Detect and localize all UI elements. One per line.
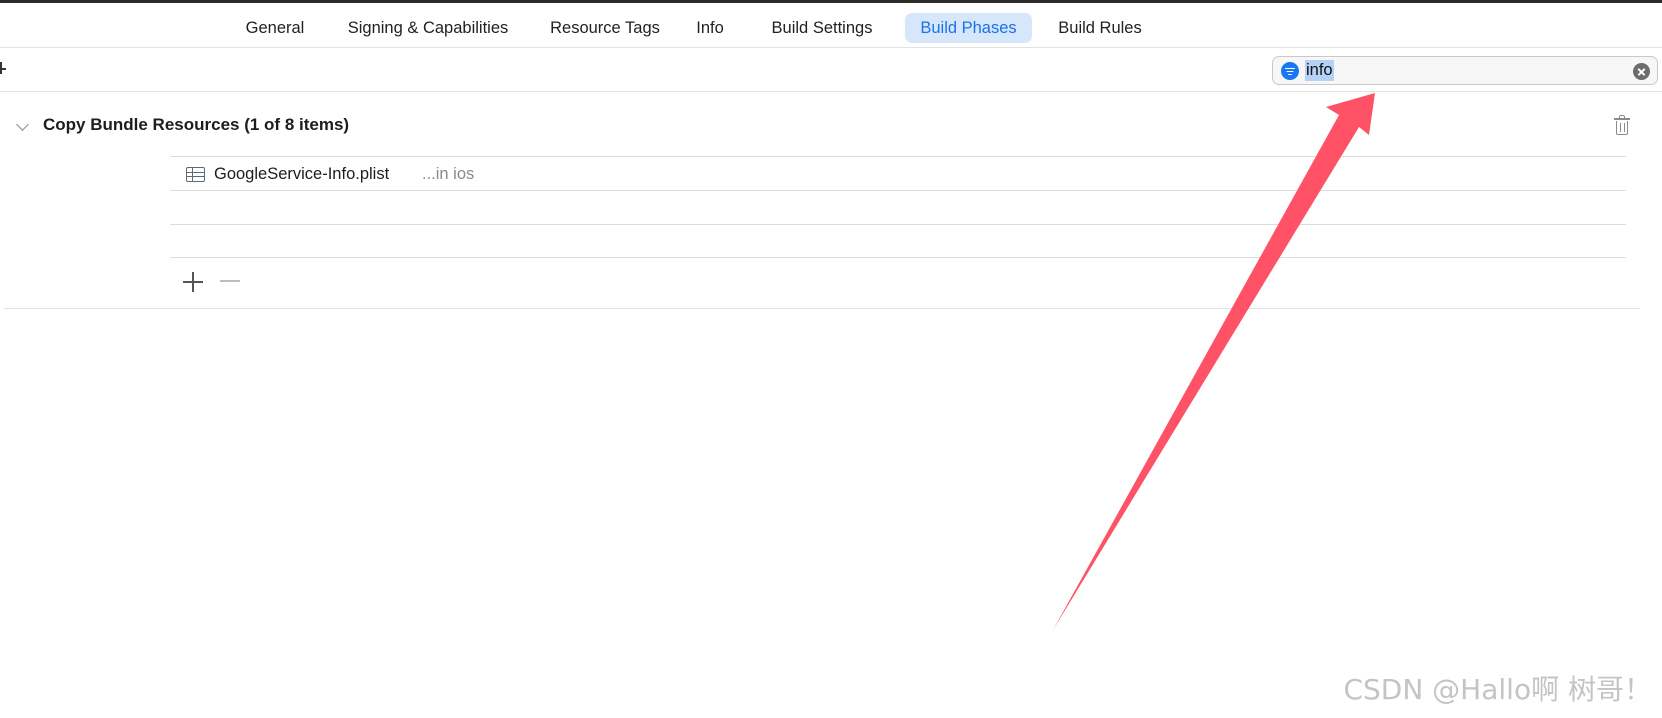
tab-build-phases[interactable]: Build Phases [905,13,1032,43]
add-file-button[interactable] [183,272,203,292]
tab-resource-tags[interactable]: Resource Tags [538,13,672,43]
trash-icon[interactable] [1613,115,1631,137]
empty-row [170,190,1626,224]
list-item[interactable]: GoogleService-Info.plist ...in ios [170,156,1626,190]
editor-tab-bar: General Signing & Capabilities Resource … [0,3,1662,48]
plist-file-icon [186,167,205,182]
phase-title[interactable]: Copy Bundle Resources (1 of 8 items) [43,115,349,135]
empty-row [170,224,1626,258]
tab-build-rules[interactable]: Build Rules [1050,13,1150,43]
clear-icon[interactable] [1633,63,1650,80]
watermark: CSDN @Hallo啊 树哥！ [1343,673,1652,706]
tab-info[interactable]: Info [688,13,732,43]
phases-filter-bar: info [0,48,1662,92]
filter-input-value[interactable]: info [1305,60,1334,81]
copy-bundle-resources-phase: Copy Bundle Resources (1 of 8 items) Goo… [4,93,1640,309]
tab-signing-capabilities[interactable]: Signing & Capabilities [334,13,522,43]
add-build-phase-icon[interactable] [0,58,10,78]
remove-file-button[interactable] [220,280,240,282]
filter-icon[interactable] [1281,62,1299,80]
chevron-down-icon[interactable] [16,118,29,131]
filter-field[interactable]: info [1272,56,1658,85]
tab-build-settings[interactable]: Build Settings [757,13,887,43]
file-name: GoogleService-Info.plist [214,165,390,183]
tab-general[interactable]: General [231,13,319,43]
file-list: GoogleService-Info.plist ...in ios [170,156,1626,258]
file-location: ...in ios [422,165,475,183]
